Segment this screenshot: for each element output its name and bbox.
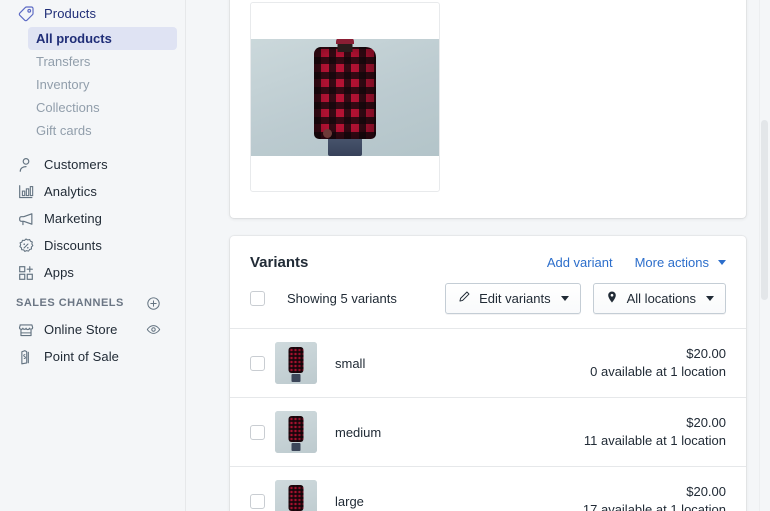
thumb-legs bbox=[291, 443, 301, 451]
variant-details: $20.00 11 available at 1 location bbox=[584, 414, 726, 450]
product-image bbox=[251, 38, 439, 156]
more-actions-button[interactable]: More actions bbox=[635, 255, 726, 270]
page-scrollbar-track[interactable] bbox=[759, 0, 770, 511]
sidebar-item-inventory[interactable]: Inventory bbox=[28, 73, 177, 96]
edit-variants-button[interactable]: Edit variants bbox=[445, 283, 581, 314]
sidebar-item-label: Products bbox=[44, 6, 97, 21]
variant-name: large bbox=[335, 493, 364, 509]
variants-toolbar: Showing 5 variants Edit variants All loc… bbox=[230, 271, 746, 328]
variant-stock: 17 available at 1 location bbox=[582, 502, 726, 511]
shopify-admin-window: Products All products Transfers Inventor… bbox=[0, 0, 770, 511]
photo-head bbox=[336, 38, 354, 44]
apps-icon bbox=[16, 263, 36, 283]
sidebar-item-label: Customers bbox=[44, 157, 108, 172]
variant-row-checkbox[interactable] bbox=[250, 493, 265, 509]
sidebar-item-gift-cards[interactable]: Gift cards bbox=[28, 119, 177, 142]
plus-circle-icon[interactable] bbox=[146, 296, 161, 311]
showing-variants-label: Showing 5 variants bbox=[287, 291, 397, 306]
photo-hand bbox=[323, 128, 332, 138]
sidebar-subitem-label: Gift cards bbox=[36, 123, 92, 138]
analytics-icon bbox=[16, 182, 36, 202]
sidebar-item-label: Point of Sale bbox=[44, 349, 120, 364]
all-locations-button[interactable]: All locations bbox=[592, 283, 726, 314]
sidebar-item-label: Online Store bbox=[44, 322, 118, 337]
variant-row-checkbox[interactable] bbox=[250, 424, 265, 440]
variants-title: Variants bbox=[250, 254, 309, 271]
add-variant-label: Add variant bbox=[546, 255, 613, 270]
variant-thumbnail bbox=[275, 411, 317, 453]
variant-name: small bbox=[335, 355, 366, 371]
sidebar-item-products[interactable]: Products bbox=[8, 0, 177, 27]
sidebar-subitem-label: All products bbox=[36, 31, 112, 46]
sidebar-item-all-products[interactable]: All products bbox=[28, 27, 177, 50]
all-locations-label: All locations bbox=[626, 291, 696, 306]
thumb-legs bbox=[291, 374, 301, 382]
variant-price: $20.00 bbox=[686, 415, 726, 430]
variant-thumbnail bbox=[275, 480, 317, 511]
table-row[interactable]: large $20.00 17 available at 1 location bbox=[230, 466, 746, 511]
sidebar-item-online-store[interactable]: Online Store bbox=[8, 316, 177, 343]
sidebar-subitem-label: Inventory bbox=[36, 77, 90, 92]
table-row[interactable]: small $20.00 0 available at 1 location bbox=[230, 328, 746, 397]
sidebar: Products All products Transfers Inventor… bbox=[0, 0, 186, 511]
sidebar-item-apps[interactable]: Apps bbox=[8, 259, 177, 286]
sales-channels-header: SALES CHANNELS bbox=[8, 290, 177, 316]
variant-stock: 0 available at 1 location bbox=[590, 364, 726, 379]
variant-row-checkbox[interactable] bbox=[250, 355, 265, 371]
sidebar-item-transfers[interactable]: Transfers bbox=[28, 50, 177, 73]
product-image-tile[interactable] bbox=[250, 2, 440, 192]
variant-name: medium bbox=[335, 424, 382, 440]
main-content: Variants Add variant More actions Showin… bbox=[186, 0, 770, 511]
variant-price: $20.00 bbox=[686, 484, 726, 499]
sidebar-item-collections[interactable]: Collections bbox=[28, 96, 177, 119]
chevron-down-icon bbox=[706, 296, 714, 301]
tag-icon bbox=[16, 4, 36, 24]
sidebar-subitem-label: Collections bbox=[36, 100, 100, 115]
marketing-icon bbox=[16, 209, 36, 229]
variant-price: $20.00 bbox=[686, 346, 726, 361]
select-all-variants-checkbox[interactable] bbox=[250, 291, 265, 306]
page-scrollbar-thumb[interactable] bbox=[761, 120, 768, 300]
pencil-icon bbox=[457, 290, 471, 307]
sidebar-products-section: Products All products Transfers Inventor… bbox=[0, 0, 185, 370]
sales-channels-title: SALES CHANNELS bbox=[16, 297, 124, 309]
sidebar-item-customers[interactable]: Customers bbox=[8, 151, 177, 178]
location-pin-icon bbox=[605, 290, 619, 307]
sidebar-item-marketing[interactable]: Marketing bbox=[8, 205, 177, 232]
pos-bag-icon bbox=[16, 347, 36, 367]
variants-card: Variants Add variant More actions Showin… bbox=[230, 236, 746, 511]
sidebar-divider-gap bbox=[8, 142, 177, 151]
variants-header: Variants Add variant More actions bbox=[230, 236, 746, 271]
chevron-down-icon bbox=[560, 296, 569, 301]
thumb-shirt bbox=[288, 485, 304, 511]
photo-plaid-shirt bbox=[314, 46, 376, 139]
variant-details: $20.00 0 available at 1 location bbox=[590, 345, 726, 381]
sidebar-item-label: Analytics bbox=[44, 184, 97, 199]
sidebar-subitem-label: Transfers bbox=[36, 54, 91, 69]
variant-stock: 11 available at 1 location bbox=[583, 433, 726, 448]
sidebar-item-point-of-sale[interactable]: Point of Sale bbox=[8, 343, 177, 370]
store-icon bbox=[16, 320, 36, 340]
thumb-shirt bbox=[288, 416, 304, 442]
chevron-down-icon bbox=[718, 260, 726, 265]
product-media-card bbox=[230, 0, 746, 218]
eye-icon[interactable] bbox=[146, 322, 161, 337]
sidebar-item-label: Apps bbox=[44, 265, 75, 280]
sidebar-item-discounts[interactable]: Discounts bbox=[8, 232, 177, 259]
add-variant-link[interactable]: Add variant bbox=[547, 255, 613, 270]
table-row[interactable]: medium $20.00 11 available at 1 location bbox=[230, 397, 746, 466]
customer-icon bbox=[16, 155, 36, 175]
thumb-shirt bbox=[288, 347, 304, 373]
variant-details: $20.00 17 available at 1 location bbox=[583, 483, 726, 511]
sidebar-item-analytics[interactable]: Analytics bbox=[8, 178, 177, 205]
edit-variants-label: Edit variants bbox=[479, 291, 551, 306]
sidebar-item-label: Discounts bbox=[44, 238, 102, 253]
more-actions-label: More actions bbox=[634, 255, 709, 270]
sidebar-item-label: Marketing bbox=[44, 211, 102, 226]
discount-icon bbox=[16, 236, 36, 256]
variant-thumbnail bbox=[275, 342, 317, 384]
